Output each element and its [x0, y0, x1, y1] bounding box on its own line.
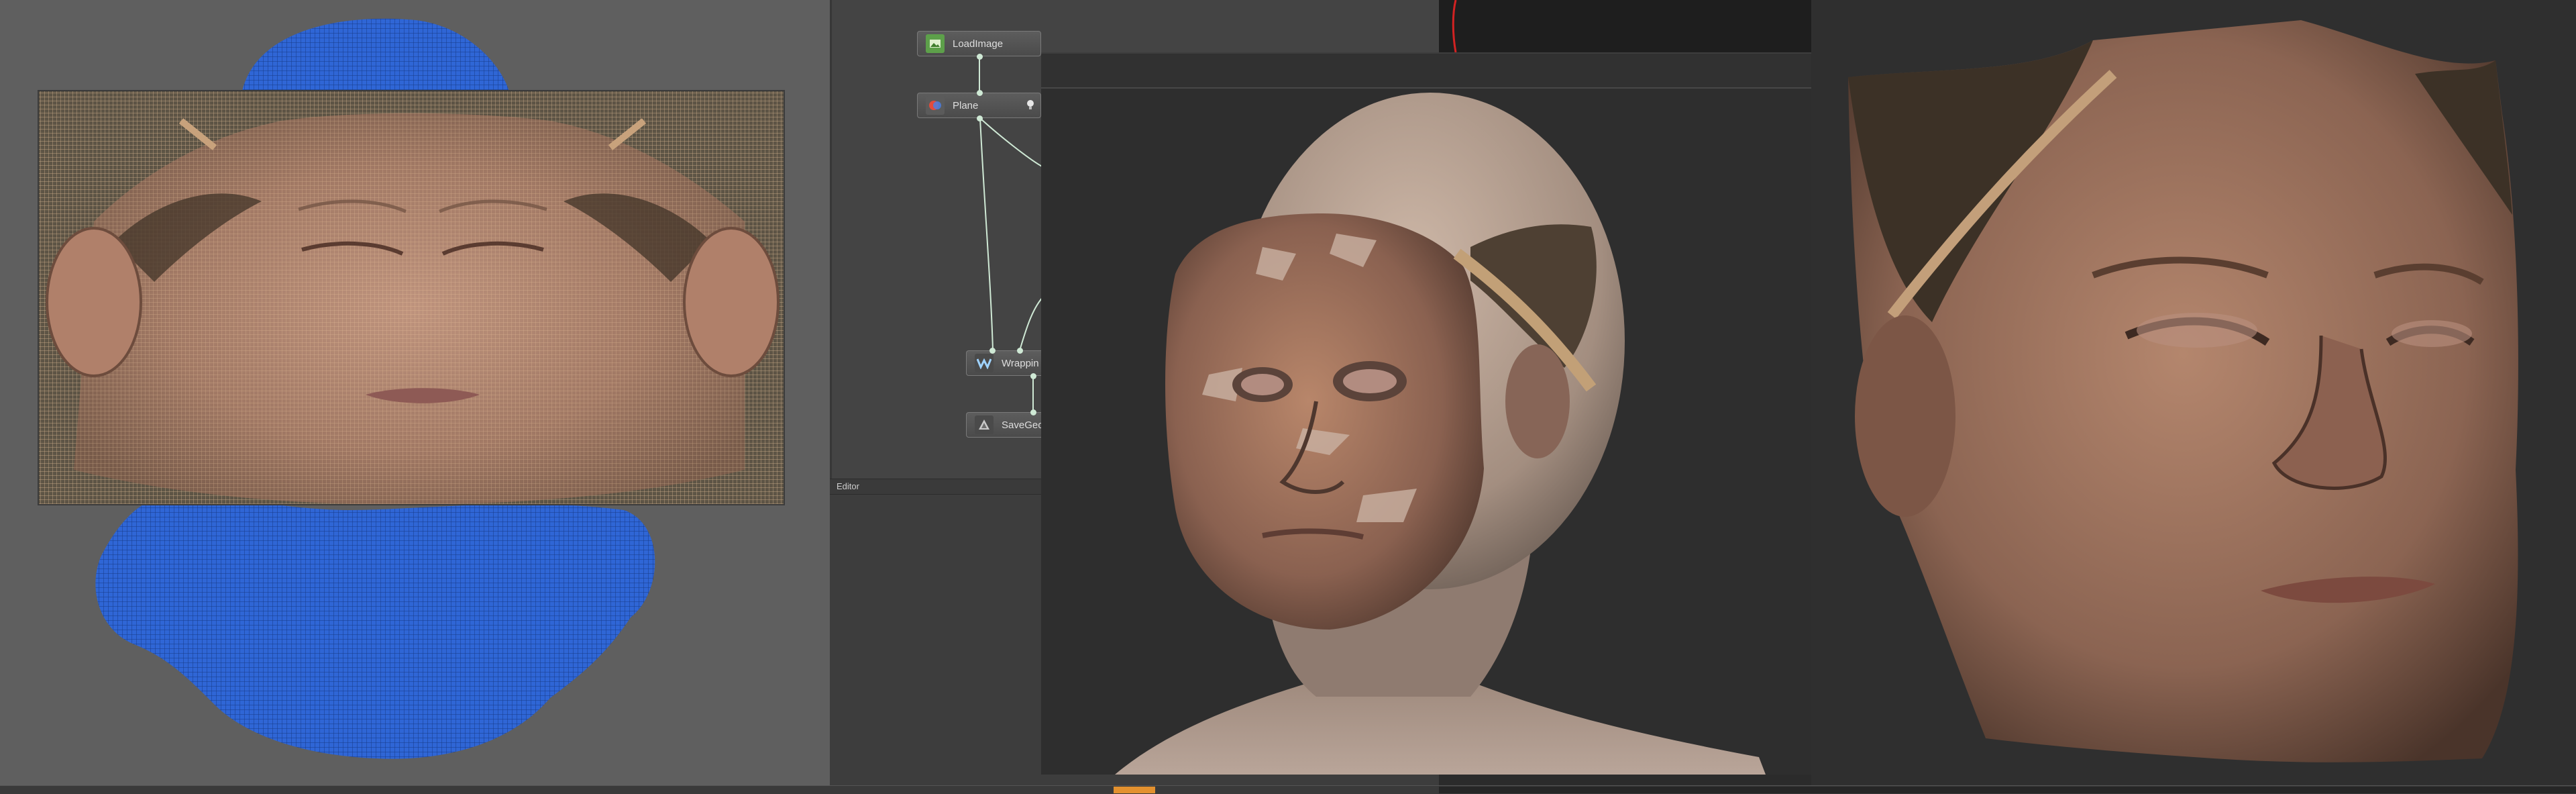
status-bar-segment — [1439, 787, 2576, 793]
plane-icon — [926, 96, 945, 115]
node-plane[interactable]: Plane — [917, 93, 1041, 118]
viewport-header-bar — [1041, 52, 1811, 89]
viewport-top-strip — [1439, 0, 1811, 52]
bulb-icon[interactable] — [1026, 99, 1035, 111]
output-port[interactable] — [977, 54, 983, 60]
input-port[interactable] — [989, 348, 996, 354]
input-port[interactable] — [977, 90, 983, 96]
input-port[interactable] — [1030, 409, 1036, 415]
node-label: Plane — [953, 99, 979, 111]
node-label: LoadImage — [953, 38, 1004, 50]
image-icon — [926, 34, 945, 53]
input-port[interactable] — [1017, 348, 1023, 354]
center-3d-viewport[interactable] — [1041, 52, 1811, 775]
right-render-viewport[interactable] — [1811, 0, 2576, 785]
node-loadimage[interactable]: LoadImage — [917, 31, 1041, 56]
output-port[interactable] — [977, 115, 983, 121]
bottom-status-bar — [0, 785, 2576, 794]
active-tab-indicator[interactable] — [1114, 787, 1155, 793]
wireframe-shoulders — [95, 495, 655, 759]
texture-plane — [38, 90, 785, 505]
node-wrapping[interactable]: Wrappin — [966, 350, 1046, 376]
node-label: Wrappin — [1002, 357, 1039, 369]
output-port[interactable] — [1030, 373, 1036, 379]
save-geometry-icon — [975, 415, 994, 434]
node-label: SaveGeo — [1002, 419, 1044, 431]
wrap-w-icon — [975, 354, 994, 373]
left-viewport[interactable] — [0, 0, 830, 785]
editor-tab-label: Editor — [837, 481, 859, 491]
node-savegeom[interactable]: SaveGeo — [966, 412, 1046, 438]
wireframe-head-top — [241, 18, 510, 94]
